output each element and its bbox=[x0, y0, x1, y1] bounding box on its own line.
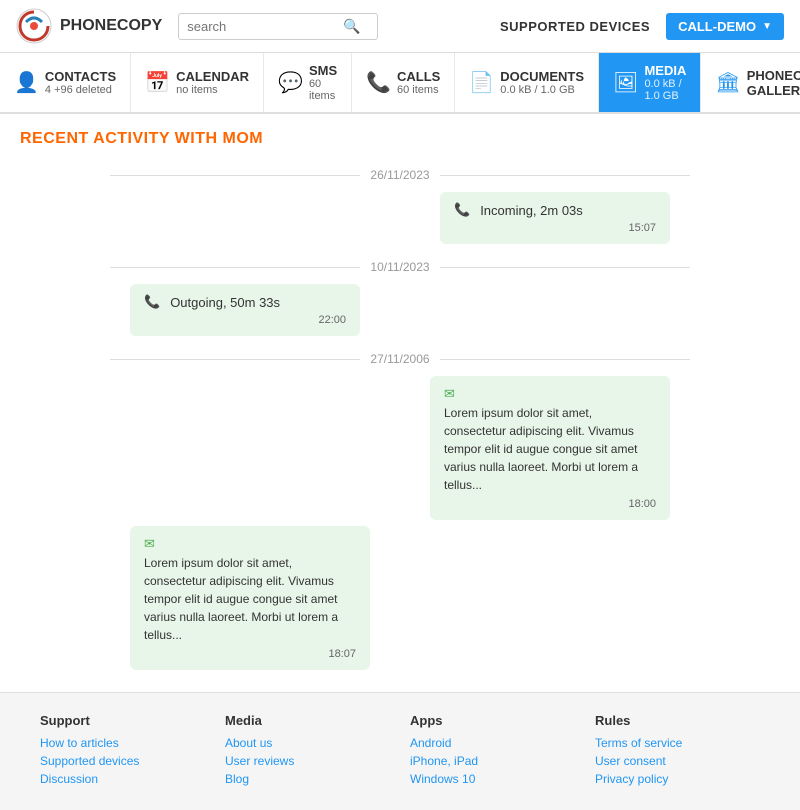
footer-col-media: Media About us User reviews Blog bbox=[225, 713, 390, 790]
date-label-3: 27/11/2006 bbox=[360, 352, 439, 366]
documents-icon: 📄 bbox=[469, 70, 494, 95]
activity-container: 26/11/2023 📞 Incoming, 2m 03s 15:07 10/1… bbox=[110, 168, 690, 670]
date-separator-2: 10/11/2023 bbox=[110, 260, 690, 274]
main-content: RECENT ACTIVITY WITH MOM 26/11/2023 📞 In… bbox=[0, 114, 800, 692]
date-label-1: 26/11/2023 bbox=[360, 168, 439, 182]
search-input[interactable] bbox=[187, 19, 337, 34]
sms-out-text-1: Lorem ipsum dolor sit amet, consectetur … bbox=[144, 554, 356, 644]
incoming-call-icon: 📞 bbox=[454, 202, 470, 218]
outgoing-call-text: Outgoing, 50m 33s bbox=[170, 295, 280, 310]
incoming-call-text: Incoming, 2m 03s bbox=[480, 203, 583, 218]
footer-col-apps: Apps Android iPhone, iPad Windows 10 bbox=[410, 713, 575, 790]
tab-documents-text: DOCUMENTS 0.0 kB / 1.0 GB bbox=[500, 69, 584, 96]
date-label-2: 10/11/2023 bbox=[360, 260, 439, 274]
tab-media-label: MEDIA bbox=[644, 63, 686, 78]
tab-sms-label: SMS bbox=[309, 63, 337, 78]
tab-documents-sub: 0.0 kB / 1.0 GB bbox=[500, 84, 584, 96]
tab-calls-label: CALLS bbox=[397, 69, 440, 84]
incoming-call-time: 15:07 bbox=[454, 222, 656, 234]
calendar-icon: 📅 bbox=[145, 70, 170, 95]
logo-icon bbox=[16, 8, 52, 44]
footer-link-privacy-policy[interactable]: Privacy policy bbox=[595, 772, 760, 786]
call-outgoing-header: 📞 Outgoing, 50m 33s bbox=[144, 294, 346, 310]
dropdown-arrow-icon: ▼ bbox=[762, 21, 772, 32]
sms-in-icon: ✉ bbox=[444, 386, 455, 402]
footer-link-user-consent[interactable]: User consent bbox=[595, 754, 760, 768]
call-demo-button[interactable]: CALL-DEMO ▼ bbox=[666, 13, 784, 40]
tab-media[interactable]: 🖼 MEDIA 0.0 kB / 1.0 GB bbox=[599, 53, 701, 112]
sms-in-time-1: 18:00 bbox=[444, 498, 656, 510]
search-bar[interactable]: 🔍 bbox=[178, 13, 378, 40]
footer-link-user-reviews[interactable]: User reviews bbox=[225, 754, 390, 768]
footer-link-supported-devices[interactable]: Supported devices bbox=[40, 754, 205, 768]
tab-calls-text: CALLS 60 items bbox=[397, 69, 440, 96]
outgoing-call-icon: 📞 bbox=[144, 294, 160, 310]
footer-col-rules: Rules Terms of service User consent Priv… bbox=[595, 713, 760, 790]
footer-link-how-to-articles[interactable]: How to articles bbox=[40, 736, 205, 750]
logo: PHONECOPY bbox=[16, 8, 162, 44]
sms-out-bubble-1: ✉ Lorem ipsum dolor sit amet, consectetu… bbox=[130, 526, 370, 670]
tab-media-sub: 0.0 kB / 1.0 GB bbox=[644, 78, 686, 102]
sms-out-icon: ✉ bbox=[144, 536, 155, 552]
logo-text: PHONECOPY bbox=[60, 17, 162, 35]
footer-link-about-us[interactable]: About us bbox=[225, 736, 390, 750]
phonecopy-gallery-icon: 🏛 bbox=[715, 70, 740, 95]
footer-link-iphone-ipad[interactable]: iPhone, iPad bbox=[410, 754, 575, 768]
tab-contacts[interactable]: 👤 CONTACTS 4 +96 deleted bbox=[0, 53, 131, 112]
search-button[interactable]: 🔍 bbox=[343, 18, 360, 35]
tab-contacts-label: CONTACTS bbox=[45, 69, 116, 84]
tab-phonecopy-text: PHONECOPY GALLERY bbox=[747, 68, 800, 98]
nav-tabs: 👤 CONTACTS 4 +96 deleted 📅 CALENDAR no i… bbox=[0, 53, 800, 114]
tab-sms[interactable]: 💬 SMS 60 items bbox=[264, 53, 352, 112]
sms-in-text-1: Lorem ipsum dolor sit amet, consectetur … bbox=[444, 404, 656, 494]
tab-media-text: MEDIA 0.0 kB / 1.0 GB bbox=[644, 63, 686, 102]
sms-icon: 💬 bbox=[278, 70, 303, 95]
tab-calendar-label: CALENDAR bbox=[176, 69, 249, 84]
tab-sms-text: SMS 60 items bbox=[309, 63, 337, 102]
call-incoming-header: 📞 Incoming, 2m 03s bbox=[454, 202, 656, 218]
tab-phonecopy-label: PHONECOPY GALLERY bbox=[747, 68, 800, 98]
footer-link-android[interactable]: Android bbox=[410, 736, 575, 750]
tab-calendar-sub: no items bbox=[176, 84, 249, 96]
page-title: RECENT ACTIVITY WITH MOM bbox=[20, 130, 780, 148]
call-outgoing-bubble-1: 📞 Outgoing, 50m 33s 22:00 bbox=[130, 284, 360, 336]
date-separator-3: 27/11/2006 bbox=[110, 352, 690, 366]
sms-in-header: ✉ bbox=[444, 386, 656, 402]
sms-out-header: ✉ bbox=[144, 536, 356, 552]
media-icon: 🖼 bbox=[613, 70, 638, 95]
date-separator-1: 26/11/2023 bbox=[110, 168, 690, 182]
tab-calls-sub: 60 items bbox=[397, 84, 440, 96]
sms-out-time-1: 18:07 bbox=[144, 648, 356, 660]
call-incoming-bubble-1: 📞 Incoming, 2m 03s 15:07 bbox=[440, 192, 670, 244]
tab-calls[interactable]: 📞 CALLS 60 items bbox=[352, 53, 455, 112]
footer-media-heading: Media bbox=[225, 713, 390, 728]
footer-rules-heading: Rules bbox=[595, 713, 760, 728]
footer-link-windows10[interactable]: Windows 10 bbox=[410, 772, 575, 786]
tab-contacts-text: CONTACTS 4 +96 deleted bbox=[45, 69, 116, 96]
contacts-icon: 👤 bbox=[14, 70, 39, 95]
supported-devices-link[interactable]: SUPPORTED DEVICES bbox=[500, 19, 650, 34]
footer-link-blog[interactable]: Blog bbox=[225, 772, 390, 786]
tab-documents[interactable]: 📄 DOCUMENTS 0.0 kB / 1.0 GB bbox=[455, 53, 599, 112]
tab-calendar-text: CALENDAR no items bbox=[176, 69, 249, 96]
tab-sms-sub: 60 items bbox=[309, 78, 337, 102]
tab-documents-label: DOCUMENTS bbox=[500, 69, 584, 84]
footer-apps-heading: Apps bbox=[410, 713, 575, 728]
tab-calendar[interactable]: 📅 CALENDAR no items bbox=[131, 53, 264, 112]
outgoing-call-time: 22:00 bbox=[144, 314, 346, 326]
footer: Support How to articles Supported device… bbox=[0, 692, 800, 810]
calls-icon: 📞 bbox=[366, 70, 391, 95]
footer-col-support: Support How to articles Supported device… bbox=[40, 713, 205, 790]
footer-support-heading: Support bbox=[40, 713, 205, 728]
footer-link-discussion[interactable]: Discussion bbox=[40, 772, 205, 786]
footer-link-terms-of-service[interactable]: Terms of service bbox=[595, 736, 760, 750]
header: PHONECOPY 🔍 SUPPORTED DEVICES CALL-DEMO … bbox=[0, 0, 800, 53]
tab-contacts-sub: 4 +96 deleted bbox=[45, 84, 116, 96]
tab-phonecopy-gallery[interactable]: NEW 🏛 PHONECOPY GALLERY bbox=[701, 53, 800, 112]
sms-in-bubble-1: ✉ Lorem ipsum dolor sit amet, consectetu… bbox=[430, 376, 670, 520]
